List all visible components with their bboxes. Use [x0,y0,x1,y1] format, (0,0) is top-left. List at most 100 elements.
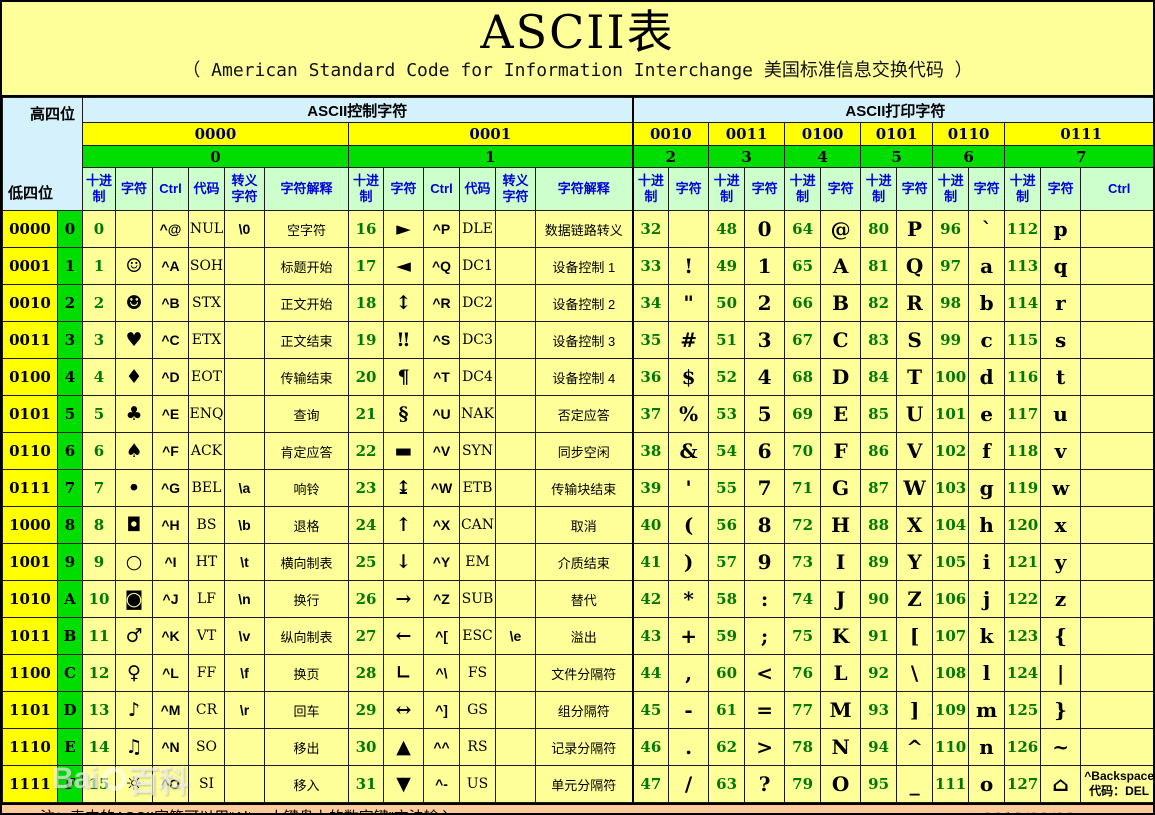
char-cell: O [820,765,862,803]
char-cell: q [1040,247,1082,285]
char-cell: ∟ [383,654,424,692]
decimal-cell: 38 [631,432,670,470]
char-cell: T [896,358,934,396]
escape-cell [495,432,536,470]
column-header: 十进制 [708,167,746,211]
decimal-cell: 62 [708,728,746,766]
decimal-cell: 124 [1004,654,1042,692]
description-cell: 查询 [264,395,349,433]
char-cell: N [820,728,862,766]
code-cell: ETB [459,469,496,507]
decimal-cell: 78 [784,728,822,766]
column-header: Ctrl [423,167,460,211]
escape-cell: \t [224,543,265,581]
column-header: 十进制 [932,167,970,211]
description-cell: 换行 [264,580,349,618]
decimal-cell: 113 [1004,247,1042,285]
decimal-cell: 59 [708,617,746,655]
backspace-note-line1: ^Backspace [1084,769,1155,783]
char-cell: ' [668,469,710,507]
description-cell: 传输结束 [264,358,349,396]
description-cell: 纵向制表 [264,617,349,655]
decimal-cell: 111 [932,765,970,803]
char-cell: [ [896,617,934,655]
description-cell: 横向制表 [264,543,349,581]
escape-cell [224,395,265,433]
char-cell: = [744,691,786,729]
ctrl-cell: ^J [152,580,189,618]
ctrl-cell: ^[ [423,617,460,655]
decimal-cell: 108 [932,654,970,692]
decimal-cell: 98 [932,284,970,322]
decimal-cell: 101 [932,395,970,433]
char-cell: A [820,247,862,285]
char-cell: 9 [744,543,786,581]
description-cell: 文件分隔符 [534,654,634,692]
high-bits-digit-0: 0 [82,145,349,168]
page-root: ASCII表 （ American Standard Code for Info… [0,0,1155,815]
table-row-1100: 1100 C 12 ♀ ^L FF \f 换页 28 ∟ ^\ FS 文件分隔符 44, 60 <76 L 92 \… [2,654,1153,692]
low-bits-cell: 0001 [2,247,58,285]
description-cell: 设备控制 1 [534,247,634,285]
column-header: 字符 [115,167,153,211]
table-row-0101: 0101 5 5 ♣ ^E ENQ 查询 21 § ^U NAK 否定应答 37% 53 5 69 E 85 U 10… [2,395,1153,433]
char-cell: j [968,580,1006,618]
high-bits-binary-0100: 0100 [784,122,862,146]
char-cell: a [968,247,1006,285]
table-row-0001: 0001 1 1 ☺ ^A SOH 标题开始 17 ◄ ^Q DC1 设备控制 1 33! 49 1 65 A 8… [2,247,1153,285]
char-cell: 2 [744,284,786,322]
char-cell: n [968,728,1006,766]
decimal-cell: 11 [82,617,116,655]
footer-note-bar: 注：表中的ASCII字符可以用“Alt + 小键盘上的数字键”方法输入。 201… [2,803,1153,813]
code-cell: DC1 [459,247,496,285]
ctrl-cell: ^\ [423,654,460,692]
decimal-cell: 30 [348,728,384,766]
low-bits-cell: 1111 [2,765,58,803]
section-header-row: 高四位 低四位 ASCII控制字符 ASCII打印字符 [2,97,1153,211]
description-cell: 设备控制 4 [534,358,634,396]
low-bits-cell: 0100 [2,358,58,396]
description-cell: 记录分隔符 [534,728,634,766]
char-cell: V [896,432,934,470]
char-cell: | [1040,654,1082,692]
high-bits-digit-5: 5 [860,145,934,168]
decimal-cell: 67 [784,321,822,359]
decimal-cell: 57 [708,543,746,581]
decimal-cell: 89 [860,543,898,581]
code-cell: VT [188,617,225,655]
low-bits-cell: 1001 [2,543,58,581]
escape-cell: \e [495,617,536,655]
char-cell: ♥ [115,321,153,359]
column-header: 十进制 [784,167,822,211]
char-cell: ↓ [383,543,424,581]
high-bits-binary-0010: 0010 [631,122,710,146]
char-cell: b [968,284,1006,322]
table-row-1001: 1001 9 9 ○ ^I HT \t 横向制表 25 ↓ ^Y EM 介质结束 41) 57 9 73 I 89 Y… [2,543,1153,581]
decimal-cell: 97 [932,247,970,285]
ctrl-cell: ^H [152,506,189,544]
ctrl-cell: ^L [152,654,189,692]
code-cell: GS [459,691,496,729]
decimal-cell: 28 [348,654,384,692]
escape-cell: \n [224,580,265,618]
char-cell: I [820,543,862,581]
last-ctrl-cell [1080,284,1153,322]
decimal-cell: 37 [631,395,670,433]
description-cell: 标题开始 [264,247,349,285]
decimal-cell: 70 [784,432,822,470]
char-cell: ☼ [115,765,153,803]
description-cell: 移出 [264,728,349,766]
decimal-cell: 3 [82,321,116,359]
ctrl-cell: ^Y [423,543,460,581]
column-header: 十进制 [82,167,116,211]
code-cell: ACK [188,432,225,470]
char-cell: ◘ [115,506,153,544]
code-cell: NUL [188,210,225,248]
escape-cell [495,321,536,359]
escape-cell [495,358,536,396]
char-cell: ♀ [115,654,153,692]
decimal-cell: 7 [82,469,116,507]
high-bits-binary-0111: 0111 [1004,122,1153,146]
code-cell: BS [188,506,225,544]
char-cell: e [968,395,1006,433]
